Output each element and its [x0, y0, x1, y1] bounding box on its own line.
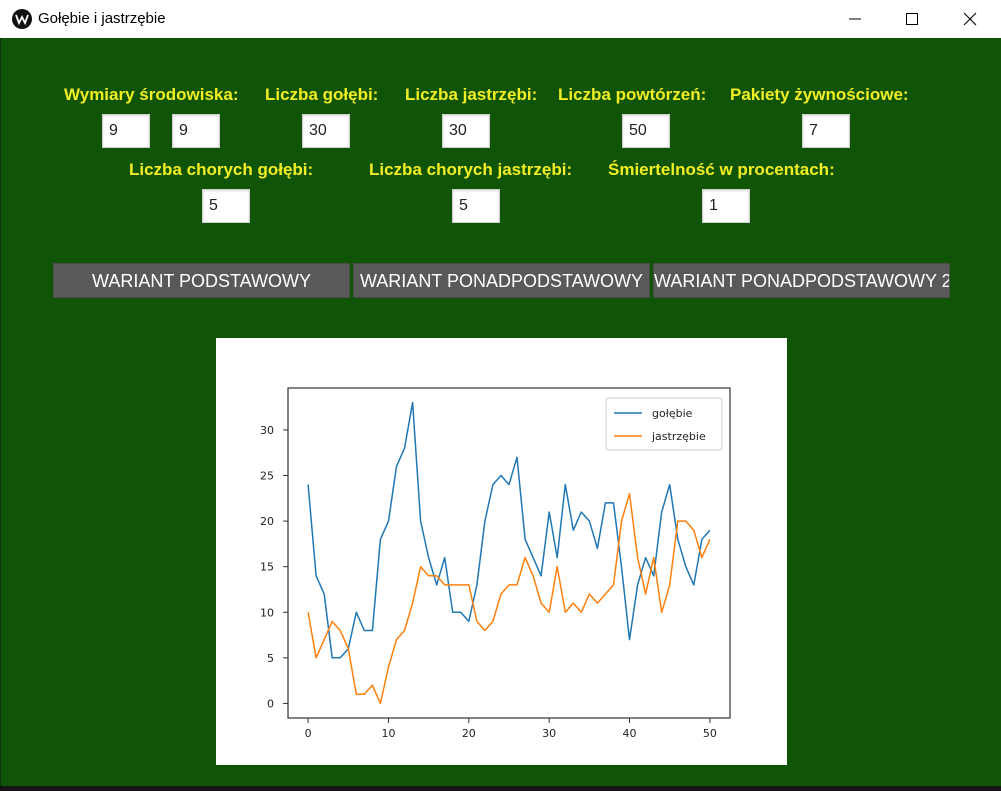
minimize-icon: [849, 18, 861, 20]
doves-input[interactable]: 30: [302, 114, 350, 148]
dim-x-input[interactable]: 9: [102, 114, 150, 148]
label-sick-doves: Liczba chorych gołębi:: [129, 160, 314, 179]
legend-label: jastrzębie: [651, 430, 706, 443]
maximize-button[interactable]: [889, 0, 935, 38]
title-bar[interactable]: Gołębie i jastrzębie: [0, 0, 1001, 38]
main-panel: Wymiary środowiska: Liczba gołębi: Liczb…: [0, 38, 1001, 791]
label-sick-hawks: Liczba chorych jastrzębi:: [369, 160, 573, 179]
legend-label: gołębie: [652, 407, 693, 420]
sick-doves-input[interactable]: 5: [202, 189, 250, 223]
y-tick-label: 5: [267, 652, 274, 665]
chart-panel: 0 10 20 30 40 50 0 5 10 15 20 25 30 gołębie jastrzębie: [216, 338, 787, 765]
label-repetitions: Liczba powtórzeń:: [558, 85, 707, 104]
label-food-packets: Pakiety żywnościowe:: [730, 85, 909, 104]
y-tick-label: 30: [260, 424, 274, 437]
advanced-variant-button[interactable]: WARIANT PONADPODSTAWOWY: [353, 263, 650, 298]
line-chart: 0 10 20 30 40 50 0 5 10 15 20 25 30 gołębie jastrzębie: [260, 387, 731, 740]
maximize-icon: [906, 13, 918, 25]
x-tick-label: 50: [703, 727, 717, 740]
mortality-input[interactable]: 1: [702, 189, 750, 223]
basic-variant-button[interactable]: WARIANT PODSTAWOWY: [53, 263, 350, 298]
label-mortality: Śmiertelność w procentach:: [608, 160, 835, 179]
window-title: Gołębie i jastrzębie: [38, 10, 166, 27]
close-button[interactable]: [947, 0, 993, 38]
label-dimensions: Wymiary środowiska:: [64, 85, 239, 104]
x-tick-label: 40: [623, 727, 637, 740]
repetitions-input[interactable]: 50: [622, 114, 670, 148]
food-packets-input[interactable]: 7: [802, 114, 850, 148]
y-tick-label: 10: [260, 606, 274, 619]
close-icon: [963, 12, 977, 26]
bottom-strip: [0, 786, 1001, 791]
y-tick-label: 15: [260, 561, 274, 574]
series-line-1: [307, 492, 711, 705]
y-tick-label: 0: [267, 697, 274, 710]
minimize-button[interactable]: [832, 0, 878, 38]
x-tick-label: 30: [542, 727, 556, 740]
x-tick-label: 20: [462, 727, 476, 740]
sick-hawks-input[interactable]: 5: [452, 189, 500, 223]
x-tick-label: 10: [381, 727, 395, 740]
y-tick-label: 25: [260, 470, 274, 483]
advanced-variant-2-button[interactable]: WARIANT PONADPODSTAWOWY 2: [653, 263, 950, 298]
app-icon: [12, 9, 32, 29]
y-tick-label: 20: [260, 515, 274, 528]
x-tick-label: 0: [305, 727, 312, 740]
dim-y-input[interactable]: 9: [172, 114, 220, 148]
label-doves: Liczba gołębi:: [265, 85, 379, 104]
hawks-input[interactable]: 30: [442, 114, 490, 148]
label-hawks: Liczba jastrzębi:: [405, 85, 538, 104]
